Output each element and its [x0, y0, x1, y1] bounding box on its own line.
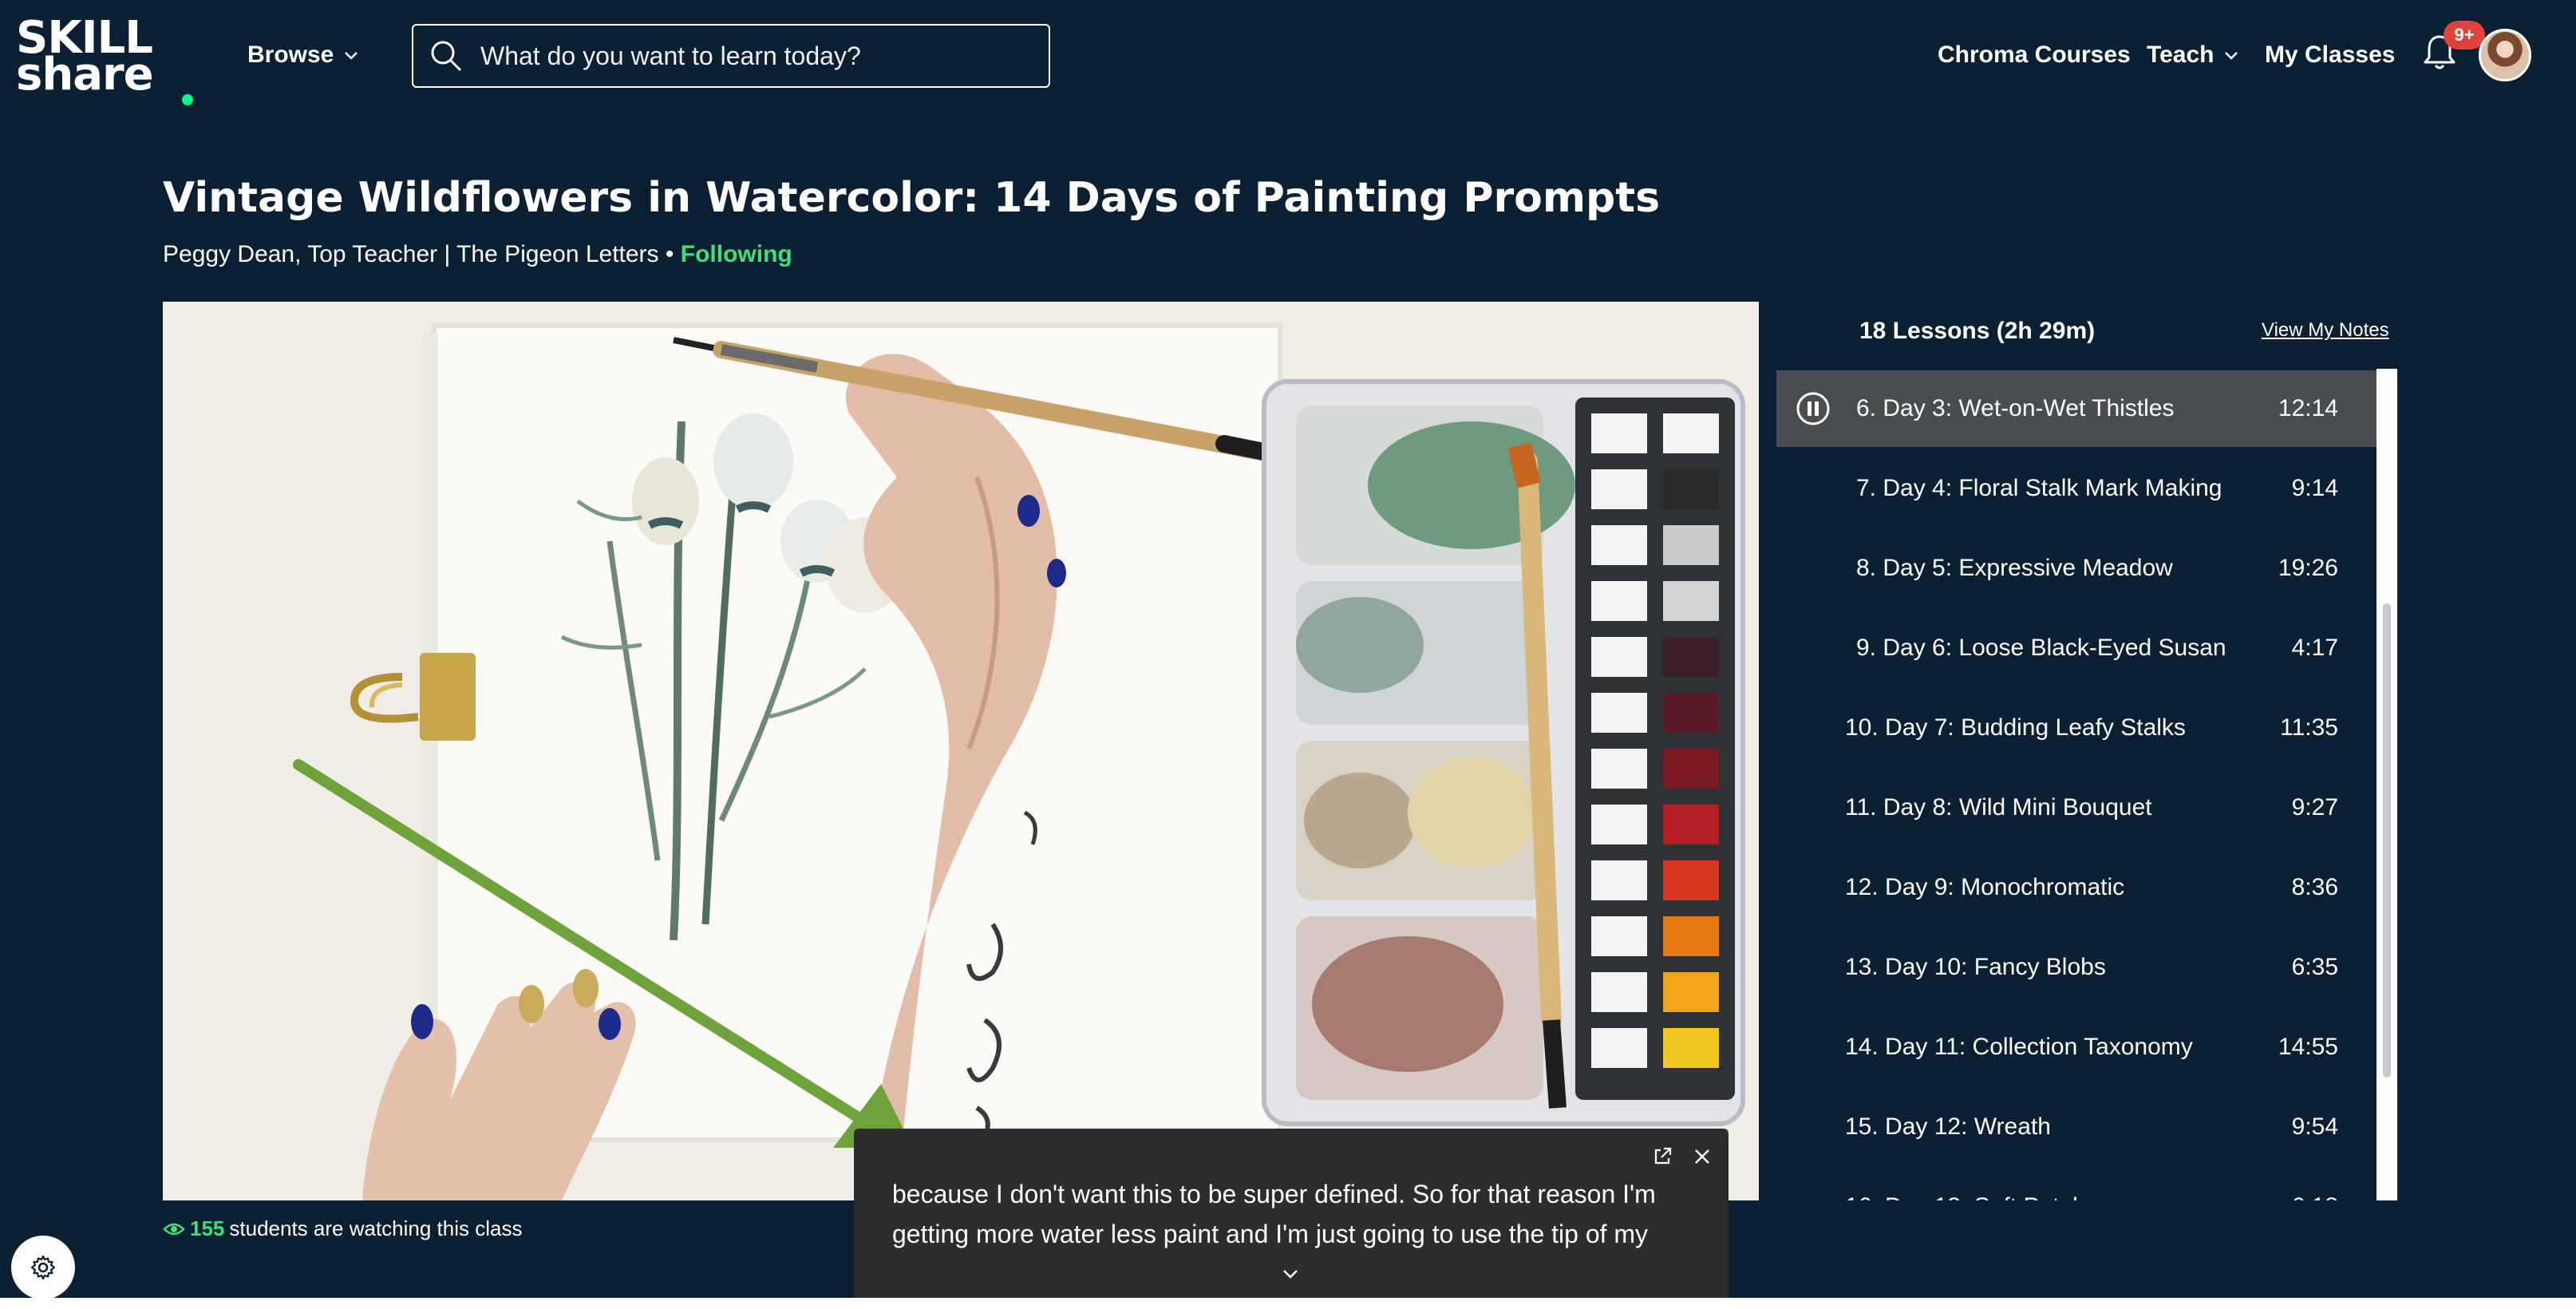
teach-label: Teach: [2147, 42, 2214, 68]
lesson-item[interactable]: 12. Day 9: Monochromatic 8:36: [1776, 849, 2376, 926]
lesson-item[interactable]: 7. Day 4: Floral Stalk Mark Making 9:14: [1776, 450, 2376, 527]
chevron-down-icon[interactable]: [1277, 1263, 1304, 1287]
watercolor-palette: [1262, 379, 1745, 1126]
view-notes-link[interactable]: View My Notes: [2262, 319, 2389, 342]
close-icon: [1695, 1149, 1709, 1164]
lesson-title: 7. Day 4: Floral Stalk Mark Making: [1856, 475, 2222, 501]
search-input[interactable]: [480, 41, 1039, 71]
page-bottom-strip: [0, 1298, 2576, 1309]
lesson-item[interactable]: 9. Day 6: Loose Black-Eyed Susan 4:17: [1776, 610, 2376, 686]
browse-label: Browse: [247, 42, 334, 68]
lesson-item[interactable]: 13. Day 10: Fancy Blobs 6:35: [1776, 929, 2376, 1006]
search-bar[interactable]: [412, 24, 1050, 88]
eye-icon: [163, 1223, 185, 1235]
popout-button[interactable]: [1649, 1143, 1676, 1170]
avatar[interactable]: [2479, 29, 2531, 81]
lesson-duration: 11:35: [2280, 714, 2338, 741]
lesson-duration: 9:27: [2291, 794, 2338, 821]
settings-button[interactable]: [11, 1236, 75, 1299]
lesson-list: 6. Day 3: Wet-on-Wet Thistles 12:14 7. D…: [1776, 367, 2376, 1200]
page-title: Vintage Wildflowers in Watercolor: 14 Da…: [163, 174, 1661, 222]
teacher-link[interactable]: Peggy Dean, Top Teacher | The Pigeon Let…: [163, 241, 659, 267]
lesson-duration: 12:14: [2278, 395, 2338, 421]
chevron-down-icon: [2225, 52, 2238, 60]
notification-badge: 9+: [2444, 21, 2485, 49]
lesson-item[interactable]: 10. Day 7: Budding Leafy Stalks 11:35: [1776, 690, 2376, 766]
lesson-duration: 4:17: [2291, 635, 2338, 661]
lesson-item[interactable]: 15. Day 12: Wreath 9:54: [1776, 1089, 2376, 1165]
teach-menu[interactable]: Teach: [2147, 35, 2241, 75]
watching-indicator: 155 students are watching this class: [163, 1216, 522, 1241]
course-subtitle: Peggy Dean, Top Teacher | The Pigeon Let…: [163, 241, 792, 268]
lessons-count: 18 Lessons (2h 29m): [1859, 318, 2096, 344]
lesson-title: 16. Day 13: Soft Petals: [1845, 1193, 2090, 1200]
lesson-duration: 8:36: [2291, 874, 2338, 900]
video-frame: [163, 302, 1759, 1200]
lesson-title: 13. Day 10: Fancy Blobs: [1845, 954, 2106, 980]
captions-panel: because I don't want this to be super de…: [854, 1129, 1729, 1301]
my-classes-link[interactable]: My Classes: [2265, 35, 2395, 75]
following-button[interactable]: Following: [681, 241, 792, 267]
lesson-title: 8. Day 5: Expressive Meadow: [1856, 555, 2173, 581]
lesson-title: 10. Day 7: Budding Leafy Stalks: [1845, 714, 2186, 741]
chevron-down-icon: [345, 52, 358, 60]
pause-icon: [1796, 392, 1830, 425]
caption-line-2: getting more water less paint and I'm ju…: [892, 1220, 1649, 1248]
lesson-duration: 9:14: [2291, 475, 2338, 501]
lesson-item[interactable]: 16. Day 13: Soft Petals 6:18: [1776, 1169, 2376, 1200]
lesson-scrollbar-thumb[interactable]: [2383, 603, 2391, 1078]
lesson-duration: 9:54: [2291, 1113, 2338, 1140]
external-link-icon: [1654, 1147, 1672, 1165]
lesson-title: 15. Day 12: Wreath: [1845, 1113, 2051, 1140]
lesson-duration: 6:35: [2291, 954, 2338, 980]
lesson-duration: 19:26: [2278, 555, 2338, 581]
lesson-duration: 14:55: [2278, 1034, 2338, 1060]
lesson-duration: 6:18: [2292, 1193, 2338, 1200]
caption-line-1: because I don't want this to be super de…: [892, 1180, 1656, 1208]
gear-icon: [30, 1255, 56, 1280]
close-captions-button[interactable]: [1689, 1143, 1716, 1170]
browse-menu[interactable]: Browse: [247, 35, 361, 75]
lesson-item[interactable]: 11. Day 8: Wild Mini Bouquet 9:27: [1776, 769, 2376, 846]
lesson-title: 12. Day 9: Monochromatic: [1845, 874, 2125, 900]
separator: •: [658, 241, 681, 267]
lesson-item[interactable]: 14. Day 11: Collection Taxonomy 14:55: [1776, 1009, 2376, 1086]
lesson-title: 14. Day 11: Collection Taxonomy: [1845, 1034, 2193, 1060]
watching-count: 155: [190, 1216, 225, 1240]
video-player[interactable]: [163, 302, 1759, 1200]
lesson-item[interactable]: 8. Day 5: Expressive Meadow 19:26: [1776, 530, 2376, 607]
logo-line-2: share: [16, 49, 154, 101]
search-icon: [431, 41, 462, 72]
lesson-title: 9. Day 6: Loose Black-Eyed Susan: [1856, 635, 2226, 661]
lesson-item-active[interactable]: 6. Day 3: Wet-on-Wet Thistles 12:14: [1776, 370, 2376, 447]
skillshare-logo[interactable]: SKILL share: [16, 16, 193, 105]
lesson-title: 11. Day 8: Wild Mini Bouquet: [1845, 794, 2152, 821]
logo-dot: [182, 94, 193, 105]
chroma-courses-link[interactable]: Chroma Courses: [1938, 35, 2131, 75]
watching-text: students are watching this class: [229, 1216, 523, 1240]
lesson-title: 6. Day 3: Wet-on-Wet Thistles: [1856, 395, 2175, 421]
